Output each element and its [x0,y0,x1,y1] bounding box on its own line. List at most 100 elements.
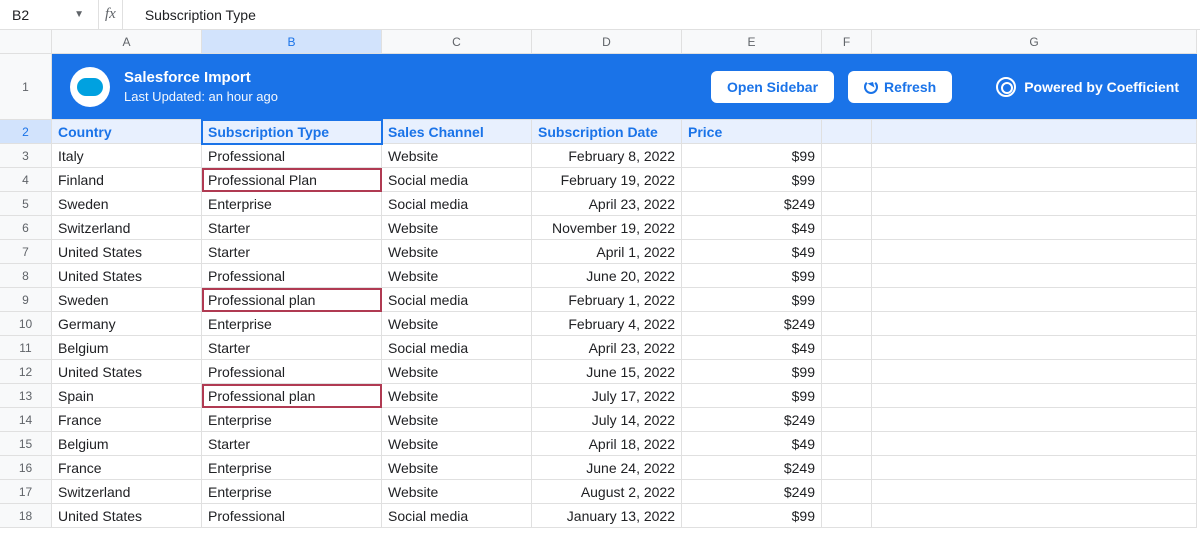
refresh-button[interactable]: Refresh [848,71,952,103]
cell[interactable] [872,192,1197,216]
cell-country[interactable]: Belgium [52,432,202,456]
cell-subscription-date[interactable]: February 19, 2022 [532,168,682,192]
cell-subscription-type[interactable]: Enterprise [202,408,382,432]
column-header[interactable]: A [52,30,202,54]
row-header[interactable]: 17 [0,480,52,504]
cell-subscription-date[interactable]: April 18, 2022 [532,432,682,456]
cell[interactable] [822,144,872,168]
cell-sales-channel[interactable]: Social media [382,168,532,192]
cell-subscription-type[interactable]: Enterprise [202,192,382,216]
select-all-corner[interactable] [0,30,52,54]
cell-subscription-type[interactable]: Professional [202,144,382,168]
cell-subscription-date[interactable]: February 1, 2022 [532,288,682,312]
cell-subscription-date[interactable]: April 23, 2022 [532,336,682,360]
cell-subscription-type[interactable]: Starter [202,216,382,240]
cell-price[interactable]: $49 [682,432,822,456]
cell[interactable] [872,408,1197,432]
cell[interactable] [872,336,1197,360]
column-header[interactable]: F [822,30,872,54]
cell-subscription-date[interactable]: June 15, 2022 [532,360,682,384]
row-header[interactable]: 6 [0,216,52,240]
cell-subscription-type[interactable]: Starter [202,336,382,360]
cell-price[interactable]: $99 [682,264,822,288]
cell[interactable] [872,144,1197,168]
cell-sales-channel[interactable]: Social media [382,336,532,360]
row-header[interactable]: 10 [0,312,52,336]
row-header[interactable]: 11 [0,336,52,360]
cell-country[interactable]: United States [52,504,202,528]
cell-subscription-type[interactable]: Professional [202,360,382,384]
row-header[interactable]: 16 [0,456,52,480]
cell-subscription-type[interactable]: Enterprise [202,480,382,504]
cell-price[interactable]: $99 [682,504,822,528]
cell-subscription-date[interactable]: June 20, 2022 [532,264,682,288]
cell[interactable] [822,216,872,240]
header-subscription-date[interactable]: Subscription Date [532,120,682,144]
row-header[interactable]: 12 [0,360,52,384]
cell[interactable] [822,192,872,216]
column-header[interactable]: G [872,30,1197,54]
cell[interactable] [872,264,1197,288]
cell-subscription-type[interactable]: Enterprise [202,456,382,480]
cell-sales-channel[interactable]: Website [382,360,532,384]
cell-sales-channel[interactable]: Website [382,480,532,504]
cell-price[interactable]: $249 [682,192,822,216]
cell-country[interactable]: Switzerland [52,480,202,504]
row-header[interactable]: 4 [0,168,52,192]
cell-sales-channel[interactable]: Social media [382,192,532,216]
cell-subscription-type[interactable]: Starter [202,432,382,456]
row-header[interactable]: 7 [0,240,52,264]
cell-subscription-type[interactable]: Enterprise [202,312,382,336]
cell[interactable] [822,504,872,528]
cell[interactable] [822,456,872,480]
cell[interactable] [872,312,1197,336]
cell-price[interactable]: $99 [682,288,822,312]
cell-country[interactable]: Finland [52,168,202,192]
cell-sales-channel[interactable]: Website [382,312,532,336]
header-subscription-type[interactable]: Subscription Type [202,120,382,144]
cell[interactable] [822,408,872,432]
formula-input[interactable]: Subscription Type [133,7,1192,23]
cell-subscription-type[interactable]: Professional [202,504,382,528]
cell[interactable] [822,336,872,360]
row-header[interactable]: 1 [0,54,52,120]
cell[interactable] [822,312,872,336]
cell-sales-channel[interactable]: Social media [382,288,532,312]
cell-country[interactable]: Spain [52,384,202,408]
row-header[interactable]: 14 [0,408,52,432]
cell-subscription-date[interactable]: April 23, 2022 [532,192,682,216]
cell-country[interactable]: Switzerland [52,216,202,240]
cell[interactable] [822,120,872,144]
cell-country[interactable]: Belgium [52,336,202,360]
cell-sales-channel[interactable]: Website [382,216,532,240]
cell[interactable] [822,240,872,264]
cell-subscription-date[interactable]: August 2, 2022 [532,480,682,504]
cell-subscription-date[interactable]: July 17, 2022 [532,384,682,408]
cell-price[interactable]: $99 [682,384,822,408]
cell-subscription-date[interactable]: February 8, 2022 [532,144,682,168]
cell[interactable] [822,264,872,288]
column-header[interactable]: D [532,30,682,54]
cell[interactable] [872,168,1197,192]
cell-subscription-date[interactable]: June 24, 2022 [532,456,682,480]
cell-subscription-type[interactable]: Professional [202,264,382,288]
cell[interactable] [822,384,872,408]
row-header[interactable]: 15 [0,432,52,456]
cell-sales-channel[interactable]: Website [382,264,532,288]
cell-country[interactable]: United States [52,264,202,288]
cell-subscription-type[interactable]: Professional plan [202,288,382,312]
cell-sales-channel[interactable]: Website [382,144,532,168]
cell-sales-channel[interactable]: Website [382,240,532,264]
spreadsheet-grid[interactable]: ABCDEFG1 Salesforce Import Last Updated:… [0,30,1200,528]
cell[interactable] [822,288,872,312]
cell-subscription-type[interactable]: Professional plan [202,384,382,408]
cell[interactable] [872,456,1197,480]
cell[interactable] [822,168,872,192]
header-price[interactable]: Price [682,120,822,144]
cell-country[interactable]: France [52,456,202,480]
cell[interactable] [822,432,872,456]
cell-subscription-date[interactable]: July 14, 2022 [532,408,682,432]
row-header[interactable]: 18 [0,504,52,528]
row-header[interactable]: 8 [0,264,52,288]
cell[interactable] [872,288,1197,312]
